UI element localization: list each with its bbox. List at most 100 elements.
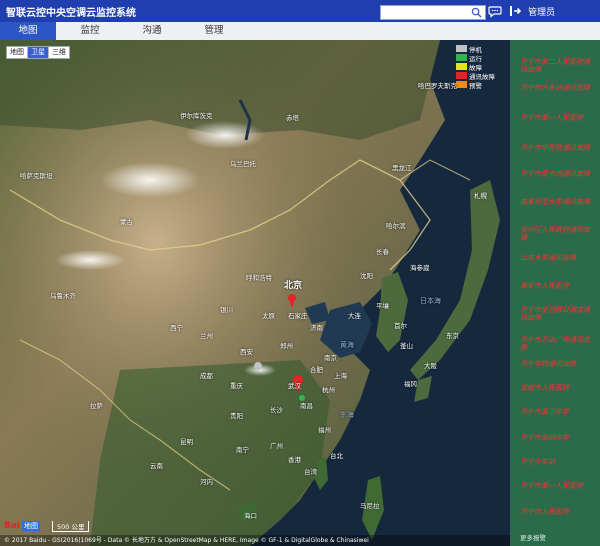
map-scale: 500 公里 xyxy=(52,521,90,532)
map-label-changchun: 长春 xyxy=(376,248,389,256)
alert-item[interactable]: 济宁市图书馆通讯故障 xyxy=(520,170,596,178)
map-label-fuzhou: 福州 xyxy=(318,426,331,434)
map-label-wuhan: 武汉 xyxy=(288,382,301,390)
map-label-pyongyang: 平壤 xyxy=(376,302,389,310)
baidu-logo: Bai 地图 xyxy=(4,519,41,533)
map-label-taibei: 台北 xyxy=(330,452,343,460)
map-label-japan-sea: 日本海 xyxy=(420,297,441,305)
alerts-more-link[interactable]: 更多报警 xyxy=(520,532,546,542)
map-label-vladivostok: 海参崴 xyxy=(410,264,430,272)
map-label-urumqi: 乌鲁木齐 xyxy=(50,292,76,300)
map-label-shenyang: 沈阳 xyxy=(360,272,373,280)
search-box[interactable] xyxy=(380,5,486,26)
search-icon[interactable] xyxy=(471,7,482,18)
alert-item[interactable]: 济宁市第二人民医院通讯故障 xyxy=(520,58,596,74)
map-label-yunnan: 云南 xyxy=(150,462,163,470)
map-label-beijing: 北京 xyxy=(284,281,303,291)
alert-item[interactable]: 济宁市万达广场通讯故障 xyxy=(520,336,596,352)
map-label-chongqing: 重庆 xyxy=(230,382,243,390)
app-title: 智联云控中央空调云监控系统 xyxy=(6,8,136,19)
alert-item[interactable]: 济宁市皇冠假日酒店通讯故障 xyxy=(520,306,596,322)
map-label-seoul: 首尔 xyxy=(394,322,407,330)
legend-swatch-running xyxy=(456,54,467,61)
alert-item[interactable]: 山东大学通讯故障 xyxy=(520,254,596,262)
tab-communication[interactable]: 沟通 xyxy=(124,22,180,40)
map-label-chita: 赤塔 xyxy=(286,114,299,122)
tab-map[interactable]: 地图 xyxy=(0,22,56,40)
tab-bar: 地图 监控 沟通 管理 xyxy=(0,22,600,41)
map-label-taiyuan: 太原 xyxy=(262,312,275,320)
baidu-logo-tag: 地图 xyxy=(22,521,41,531)
map-label-fukuoka: 福冈 xyxy=(404,380,417,388)
map-label-xian: 西安 xyxy=(240,348,253,356)
map-type-satellite[interactable]: 卫星 xyxy=(28,47,49,58)
map-label-nanning: 南宁 xyxy=(236,446,249,454)
map-label-shanghai: 上海 xyxy=(334,372,347,380)
map-label-chengdu: 成都 xyxy=(200,372,213,380)
map-label-hefei: 合肥 xyxy=(310,366,323,374)
alert-item[interactable]: 济宁市中医院通讯故障 xyxy=(520,144,596,152)
map-label-nanjing: 南京 xyxy=(324,354,337,362)
map-label-sapporo: 札幌 xyxy=(474,192,487,200)
map-label-jinan: 济南 xyxy=(310,324,323,332)
legend-label: 预警 xyxy=(469,81,482,90)
logout-icon[interactable] xyxy=(508,4,522,18)
alert-panel: 济宁市第二人民医院通讯故障 济宁市汽车站通讯故障 济宁市第一人民医院 济宁市中医… xyxy=(510,40,600,546)
alert-item[interactable]: 济宁市汽车站通讯故障 xyxy=(520,84,596,92)
alert-item[interactable]: 济宁市人民医院 xyxy=(520,508,596,516)
tab-monitor[interactable]: 监控 xyxy=(62,22,118,40)
satellite-map[interactable]: 地图 卫星 三维 停机 运行 故障 通讯故障 预警 北京 哈巴罗夫斯克 黑龙江 … xyxy=(0,40,510,546)
map-label-hohhot: 呼和浩特 xyxy=(246,274,272,282)
map-label-hangzhou: 杭州 xyxy=(322,386,335,394)
map-label-shijiazhuang: 石家庄 xyxy=(288,312,308,320)
map-label-taiwan: 台湾 xyxy=(304,468,317,476)
map-label-nanchang: 南昌 xyxy=(300,402,313,410)
map-label-zhengzhou: 郑州 xyxy=(280,342,293,350)
map-label-manila: 马尼拉 xyxy=(360,502,380,510)
map-label-ulaanbaatar: 乌兰巴托 xyxy=(230,160,256,168)
map-type-switcher[interactable]: 地图 卫星 三维 xyxy=(6,46,70,59)
map-label-dalian: 大连 xyxy=(348,312,361,320)
map-label-khabarovsk: 哈巴罗夫斯克 xyxy=(418,82,457,90)
map-label-lanzhou: 兰州 xyxy=(200,332,213,340)
map-label-yellow-sea: 黄海 xyxy=(340,341,354,349)
map-label-yinchuan: 银川 xyxy=(220,306,233,314)
alert-item[interactable]: 济宁市第三中学 xyxy=(520,408,596,416)
map-label-changsha: 长沙 xyxy=(270,406,283,414)
map-type-3d[interactable]: 三维 xyxy=(49,47,69,58)
legend-swatch-comm-fault xyxy=(456,72,467,79)
alert-item[interactable]: 济宁市第一人民医院 xyxy=(520,114,596,122)
tab-management[interactable]: 管理 xyxy=(186,22,242,40)
alert-item[interactable]: 泰安市人民医院 xyxy=(520,282,596,290)
legend-swatch-stopped xyxy=(456,45,467,52)
alert-item[interactable]: 济宁市第四中学 xyxy=(520,434,596,442)
alert-item[interactable]: 济宁火车站 xyxy=(520,458,596,466)
alert-item[interactable]: 兖州区人民政府通讯故障 xyxy=(520,226,596,242)
map-label-hanoi: 河内 xyxy=(200,478,213,486)
map-label-kazakhstan: 哈萨克斯坦 xyxy=(20,172,53,180)
legend-swatch-fault xyxy=(456,63,467,70)
alert-item[interactable]: 曲阜师范大学通讯故障 xyxy=(520,198,596,206)
map-label-harbin: 哈尔滨 xyxy=(386,222,406,230)
map-label-haikou: 海口 xyxy=(244,512,257,520)
alert-item[interactable]: 济宁学院通讯故障 xyxy=(520,360,596,368)
alert-item[interactable]: 邹城市人民医院 xyxy=(520,384,596,392)
map-label-east-china-sea: 东海 xyxy=(340,411,354,419)
alert-item[interactable]: 济宁市第一人民医院 xyxy=(520,482,596,490)
map-copyright: © 2017 Baidu - GS(2016)1069号 - Data © 长地… xyxy=(0,535,510,546)
map-type-map[interactable]: 地图 xyxy=(7,47,28,58)
baidu-logo-text: Bai xyxy=(4,521,21,531)
map-label-tokyo: 东京 xyxy=(446,332,459,340)
map-label-heilongjiang: 黑龙江 xyxy=(392,164,412,172)
map-label-guiyang: 贵阳 xyxy=(230,412,243,420)
map-imagery xyxy=(0,40,510,546)
map-label-mongolia: 蒙古 xyxy=(120,218,133,226)
status-legend: 停机 运行 故障 通讯故障 预警 xyxy=(456,44,506,90)
map-label-lhasa: 拉萨 xyxy=(90,402,103,410)
map-label-irkutsk: 伊尔库茨克 xyxy=(180,112,213,120)
map-label-osaka: 大阪 xyxy=(424,362,437,370)
message-icon[interactable] xyxy=(488,4,502,18)
map-label-xining: 西宁 xyxy=(170,324,183,332)
legend-swatch-warning xyxy=(456,81,467,88)
user-name[interactable]: 管理员 xyxy=(528,5,555,18)
